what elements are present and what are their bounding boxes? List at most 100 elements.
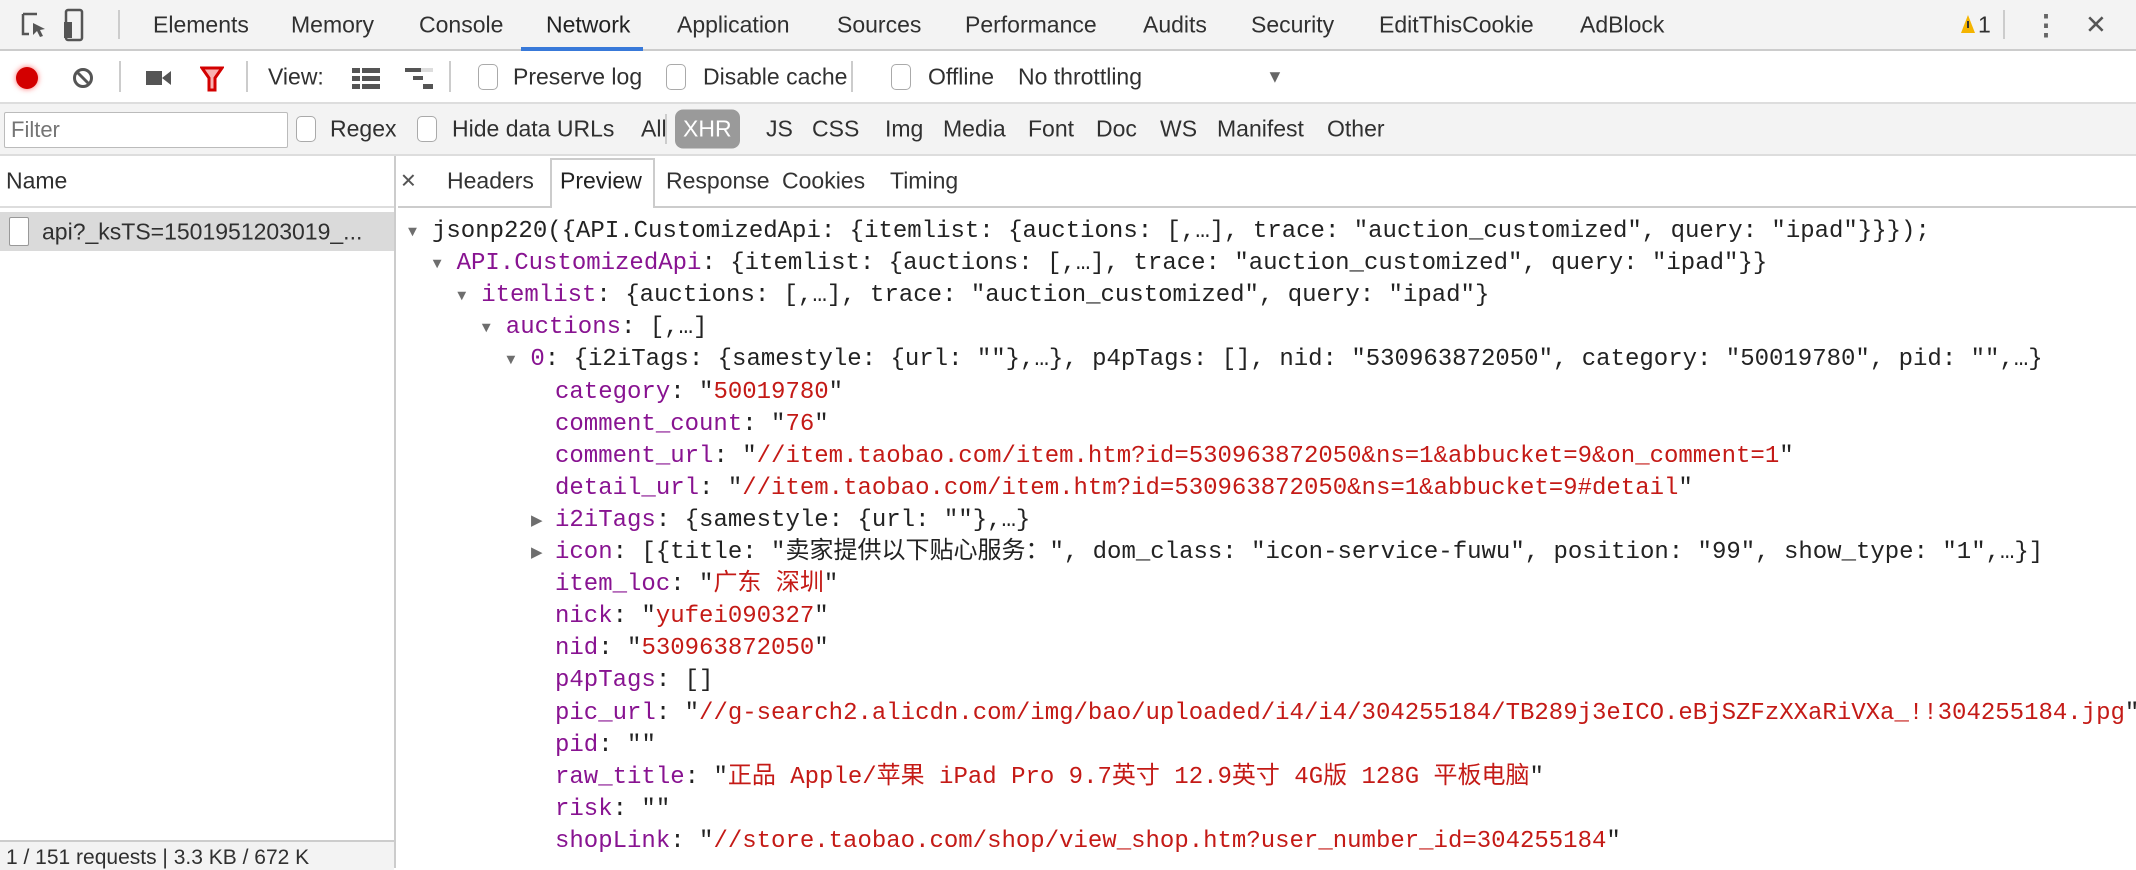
quote: " bbox=[627, 731, 642, 759]
property-value-summary: [] bbox=[684, 667, 714, 695]
property-value-string: 530963872050 bbox=[641, 635, 815, 663]
tree-line[interactable]: ▼ jsonp220({API.CustomizedApi: {itemlist:… bbox=[408, 216, 1930, 248]
collapse-triangle-icon[interactable]: ▼ bbox=[433, 249, 453, 281]
filter-type-ws[interactable]: WS bbox=[1160, 116, 1197, 143]
tab-editthiscookie[interactable]: EditThisCookie bbox=[1379, 11, 1534, 38]
colon: : bbox=[670, 378, 700, 406]
colon: : bbox=[670, 827, 700, 855]
disable-cache-label[interactable]: Disable cache bbox=[703, 63, 847, 90]
tree-line[interactable]: ▼ auctions: [,…] bbox=[482, 312, 708, 344]
tree-line[interactable]: ▼ API.CustomizedApi: {itemlist: {auctions… bbox=[433, 248, 1768, 280]
colon: : bbox=[655, 506, 685, 534]
more-options-icon[interactable]: ⋮ bbox=[2032, 8, 2060, 41]
tab-performance[interactable]: Performance bbox=[965, 11, 1097, 38]
regex-label[interactable]: Regex bbox=[330, 116, 396, 143]
quote: " bbox=[2125, 700, 2136, 727]
filter-type-font[interactable]: Font bbox=[1028, 116, 1074, 143]
detail-tab-headers[interactable]: Headers bbox=[447, 168, 534, 195]
colon: : bbox=[544, 346, 574, 374]
filter-type-img[interactable]: Img bbox=[885, 116, 923, 143]
detail-tab-timing[interactable]: Timing bbox=[890, 168, 958, 195]
tree-line[interactable]: ▶ icon: [{title: "卖家提供以下贴心服务：", dom_class… bbox=[531, 537, 2043, 569]
hide-data-urls-label[interactable]: Hide data URLs bbox=[452, 116, 614, 143]
quote: " bbox=[1779, 442, 1794, 470]
device-toolbar-icon[interactable] bbox=[64, 8, 84, 42]
preserve-log-label[interactable]: Preserve log bbox=[513, 63, 642, 90]
detail-tab-preview[interactable]: Preview bbox=[560, 168, 642, 195]
tab-sources[interactable]: Sources bbox=[837, 11, 921, 38]
throttling-select[interactable]: No throttling bbox=[1018, 63, 1142, 90]
detail-tab-cookies[interactable]: Cookies bbox=[782, 168, 865, 195]
warning-count[interactable]: 1 bbox=[1978, 11, 1991, 38]
property-key: i2iTags bbox=[555, 506, 656, 534]
tree-line: nid: "530963872050" bbox=[555, 633, 829, 665]
tab-elements[interactable]: Elements bbox=[153, 11, 249, 38]
filter-type-all[interactable]: All bbox=[641, 116, 667, 143]
tab-memory[interactable]: Memory bbox=[291, 11, 374, 38]
name-column-header[interactable]: Name bbox=[0, 156, 394, 208]
inspect-element-icon[interactable] bbox=[20, 11, 48, 41]
request-row[interactable]: api?_ksTS=1501951203019_... bbox=[0, 212, 394, 251]
tab-security[interactable]: Security bbox=[1251, 11, 1334, 38]
property-key: itemlist bbox=[481, 282, 597, 310]
large-rows-icon[interactable] bbox=[352, 68, 382, 90]
property-value-string: 76 bbox=[785, 410, 815, 438]
close-devtools-icon[interactable]: ✕ bbox=[2085, 9, 2107, 40]
close-detail-icon[interactable]: ✕ bbox=[400, 169, 417, 194]
throttling-dropdown-icon[interactable]: ▼ bbox=[1266, 66, 1284, 87]
request-detail-panel: ✕ Headers Preview Response Cookies Timing ▼ j… bbox=[398, 156, 2136, 868]
filter-type-manifest[interactable]: Manifest bbox=[1217, 116, 1304, 143]
collapse-triangle-icon[interactable]: ▼ bbox=[482, 313, 502, 345]
filter-type-xhr[interactable]: XHR bbox=[675, 109, 740, 149]
clear-button[interactable] bbox=[72, 67, 94, 89]
filter-type-doc[interactable]: Doc bbox=[1096, 116, 1137, 143]
tree-line: p4pTags: [] bbox=[555, 665, 713, 697]
property-value-string: 50019780 bbox=[713, 378, 829, 406]
filter-type-other[interactable]: Other bbox=[1327, 116, 1385, 143]
tree-line[interactable]: ▼ itemlist: {auctions: [,…], trace: "auct… bbox=[457, 280, 1489, 312]
collapse-triangle-icon[interactable]: ▼ bbox=[506, 345, 526, 377]
tree-line: shopLink: "//store.taobao.com/shop/view_… bbox=[555, 826, 1621, 858]
quote: " bbox=[699, 827, 714, 855]
devtools-tab-bar: Elements Memory Console Network Application S… bbox=[0, 0, 2136, 51]
property-key: nick bbox=[555, 603, 613, 631]
filter-input[interactable] bbox=[4, 112, 288, 148]
disable-cache-checkbox[interactable] bbox=[666, 63, 686, 90]
tree-line: pid: "" bbox=[555, 730, 656, 762]
tab-console[interactable]: Console bbox=[419, 11, 503, 38]
quote: " bbox=[828, 378, 844, 406]
filter-type-css[interactable]: CSS bbox=[812, 116, 859, 143]
filter-icon[interactable] bbox=[200, 66, 224, 92]
offline-label[interactable]: Offline bbox=[928, 63, 994, 90]
colon: : bbox=[684, 763, 714, 791]
colon: : bbox=[612, 603, 642, 631]
tab-adblock[interactable]: AdBlock bbox=[1580, 11, 1664, 38]
quote: " bbox=[823, 571, 839, 599]
offline-checkbox[interactable] bbox=[891, 63, 911, 90]
filter-type-js[interactable]: JS bbox=[766, 116, 793, 143]
preserve-log-checkbox[interactable] bbox=[478, 63, 498, 90]
property-value-string: 广东 深圳 bbox=[713, 571, 824, 599]
collapse-triangle-icon[interactable]: ▼ bbox=[457, 281, 477, 313]
hide-data-urls-checkbox[interactable] bbox=[417, 116, 437, 142]
detail-tab-response[interactable]: Response bbox=[666, 168, 770, 195]
collapse-triangle-icon[interactable]: ▼ bbox=[408, 217, 428, 249]
record-button[interactable] bbox=[16, 67, 38, 89]
warning-icon[interactable] bbox=[1960, 14, 1976, 34]
capture-screenshots-icon[interactable] bbox=[146, 69, 172, 87]
colon: : bbox=[612, 539, 642, 566]
tree-line: detail_url: "//item.taobao.com/item.htm?… bbox=[555, 473, 1693, 505]
overview-waterfall-icon[interactable] bbox=[405, 68, 435, 92]
tree-line[interactable]: ▼ 0: {i2iTags: {samestyle: {url: ""},…}, … bbox=[506, 344, 2042, 376]
property-key: detail_url bbox=[555, 474, 700, 502]
regex-checkbox[interactable] bbox=[296, 116, 316, 142]
expand-triangle-icon[interactable]: ▶ bbox=[531, 538, 551, 570]
tree-line[interactable]: ▶ i2iTags: {samestyle: {url: ""},…} bbox=[531, 505, 1030, 537]
filter-type-media[interactable]: Media bbox=[943, 116, 1006, 143]
tab-network[interactable]: Network bbox=[546, 11, 630, 38]
colon: : bbox=[598, 731, 628, 759]
tab-audits[interactable]: Audits bbox=[1143, 11, 1207, 38]
tab-application[interactable]: Application bbox=[677, 11, 790, 38]
expand-triangle-icon[interactable]: ▶ bbox=[531, 506, 551, 538]
property-key: API.CustomizedApi bbox=[456, 250, 702, 278]
